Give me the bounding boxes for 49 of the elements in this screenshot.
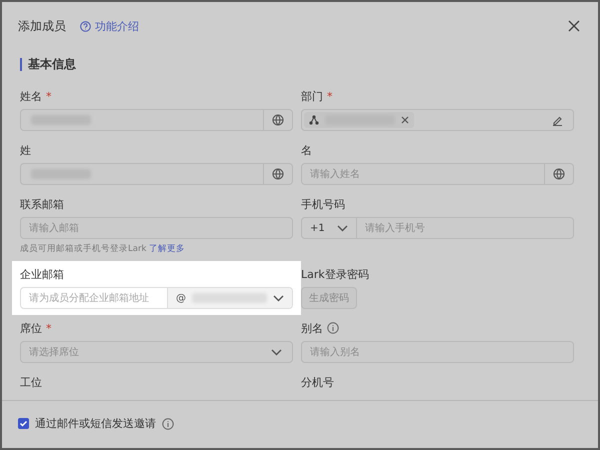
required-mark: * <box>46 322 52 334</box>
pencil-icon[interactable] <box>552 114 563 126</box>
checkbox[interactable] <box>18 418 29 429</box>
field-label: 席位 <box>20 320 42 336</box>
email-input[interactable]: 请为成员分配企业邮箱地址 <box>21 288 167 308</box>
text-input[interactable]: 请输入姓名 <box>302 164 544 184</box>
field-label: 工位 <box>20 374 42 390</box>
text-field[interactable] <box>20 163 293 185</box>
org-tree-icon <box>309 115 319 125</box>
phone-field[interactable]: +1 请输入手机号 <box>301 217 574 239</box>
required-mark: * <box>46 90 52 102</box>
info-icon[interactable] <box>162 418 174 430</box>
department-tag[interactable] <box>304 112 414 128</box>
department-field[interactable] <box>301 109 574 131</box>
text-field[interactable] <box>20 109 293 131</box>
email-field[interactable]: 请为成员分配企业邮箱地址 @ <box>20 287 293 309</box>
checkbox-label: 通过邮件或短信发送邀请 <box>35 416 156 431</box>
text-field[interactable]: 请输入邮箱 <box>20 217 293 239</box>
remove-icon[interactable] <box>401 116 409 124</box>
hint-text: 成员可用邮箱或手机号登录Lark 了解更多 <box>20 243 186 255</box>
help-link[interactable]: 功能介绍 <box>80 18 139 34</box>
globe-icon[interactable] <box>272 114 284 126</box>
text-field[interactable]: 请输入别名 <box>301 341 574 363</box>
info-icon[interactable] <box>327 322 339 334</box>
chevron-down-icon[interactable] <box>336 224 348 232</box>
chevron-down-icon[interactable] <box>271 348 282 356</box>
field-label: 分机号 <box>301 374 334 390</box>
field-label: Lark登录密码 <box>301 266 369 282</box>
close-button[interactable] <box>568 20 580 32</box>
field-label: 部门 <box>301 88 323 104</box>
field-label: 姓 <box>20 142 31 158</box>
chevron-down-icon[interactable] <box>273 294 284 302</box>
domain-prefix: @ <box>176 292 186 304</box>
field-label: 姓名 <box>20 88 42 104</box>
field-label: 企业邮箱 <box>20 266 64 282</box>
field-label: 名 <box>301 142 312 158</box>
country-code[interactable]: +1 <box>310 222 325 234</box>
text-field[interactable]: 请输入姓名 <box>301 163 574 185</box>
dialog-title: 添加成员 <box>18 18 66 34</box>
learn-more-link[interactable]: 了解更多 <box>149 244 186 254</box>
help-icon <box>80 20 91 32</box>
field-label: 别名 <box>301 320 323 336</box>
field-label: 手机号码 <box>301 196 345 212</box>
section-title: 基本信息 <box>28 56 76 73</box>
field-label: 联系邮箱 <box>20 196 64 212</box>
globe-icon[interactable] <box>272 168 284 180</box>
required-mark: * <box>327 90 332 102</box>
phone-input[interactable]: 请输入手机号 <box>357 218 573 238</box>
globe-icon[interactable] <box>553 168 565 180</box>
